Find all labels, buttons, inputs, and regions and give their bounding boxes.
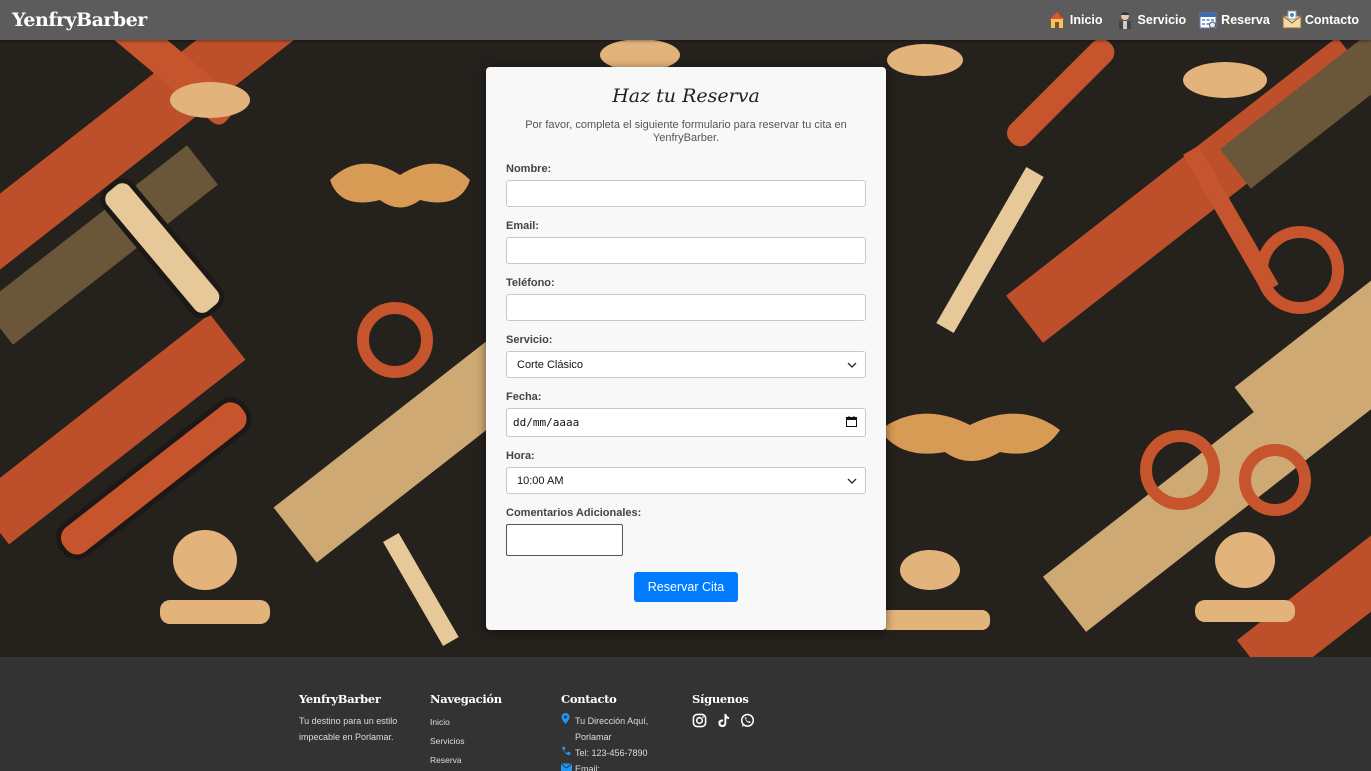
top-navbar: YenfryBarber Inicio Servicio Reserva Con… <box>0 0 1371 40</box>
telefono-input[interactable] <box>506 294 866 321</box>
nav-reserva[interactable]: Reserva <box>1198 10 1270 30</box>
contact-email-row: Email: <box>561 761 671 771</box>
comentarios-field-group: Comentarios Adicionales: <box>506 507 866 556</box>
brand-logo[interactable]: YenfryBarber <box>12 9 147 31</box>
submit-wrap: Reservar Cita <box>506 572 866 602</box>
footer-contact: Contacto Tu Dirección Aquí, Porlamar Tel… <box>561 692 671 771</box>
contact-address: Tu Dirección Aquí, Porlamar <box>575 716 649 742</box>
nav-inicio[interactable]: Inicio <box>1047 10 1103 30</box>
nav-contacto-label: Contacto <box>1304 13 1359 27</box>
footer-contact-title: Contacto <box>561 692 617 706</box>
fecha-label: Fecha: <box>506 391 542 403</box>
reservar-cita-button[interactable]: Reservar Cita <box>633 572 739 602</box>
map-pin-icon <box>561 713 571 745</box>
calendar-picker-icon[interactable] <box>846 415 857 430</box>
nombre-field-group: Nombre: <box>506 163 866 207</box>
servicio-selected-value: Corte Clásico <box>517 358 584 371</box>
form-description: Por favor, completa el siguiente formula… <box>525 119 847 144</box>
servicio-select[interactable]: Corte Clásico <box>506 351 866 378</box>
telefono-field-group: Teléfono: <box>506 277 866 321</box>
footer-navigation: Navegación Inicio Servicios Reserva <box>430 692 540 770</box>
hora-label: Hora: <box>506 450 535 462</box>
fecha-placeholder: dd/mm/aaaa <box>513 416 580 429</box>
site-footer: YenfryBarber Tu destino para un estilo i… <box>0 657 1371 771</box>
whatsapp-icon[interactable] <box>740 713 756 729</box>
chevron-down-icon <box>847 359 857 371</box>
contact-email: Email: <box>575 764 601 771</box>
footer-link-inicio[interactable]: Inicio <box>430 713 540 732</box>
servicio-label: Servicio: <box>506 334 553 346</box>
footer-link-servicios[interactable]: Servicios <box>430 732 540 751</box>
contact-phone: Tel: 123-456-7890 <box>575 748 648 758</box>
comentarios-label: Comentarios Adicionales: <box>506 507 642 519</box>
instagram-icon[interactable] <box>692 713 708 729</box>
form-title: Haz tu Reserva <box>612 85 760 107</box>
footer-social-title: Síguenos <box>692 692 749 706</box>
fecha-field-group: Fecha: dd/mm/aaaa <box>506 391 866 437</box>
footer-social: Síguenos <box>692 692 782 729</box>
reservation-form-card: Haz tu Reserva Por favor, completa el si… <box>486 67 886 630</box>
phone-icon <box>561 745 571 761</box>
mail-icon <box>561 761 572 771</box>
nav-servicio-label: Servicio <box>1137 13 1187 27</box>
envelope-icon <box>1282 10 1302 30</box>
house-icon <box>1047 10 1067 30</box>
nav-reserva-label: Reserva <box>1221 13 1270 27</box>
footer-link-reserva[interactable]: Reserva <box>430 751 540 770</box>
nav-inicio-label: Inicio <box>1069 13 1103 27</box>
tiktok-icon[interactable] <box>716 713 732 729</box>
chevron-down-icon <box>847 475 857 487</box>
contact-phone-row: Tel: 123-456-7890 <box>561 745 671 761</box>
email-label: Email: <box>506 220 540 232</box>
nav-contacto[interactable]: Contacto <box>1282 10 1359 30</box>
social-links <box>692 713 782 729</box>
footer-about-text: Tu destino para un estilo impecable en P… <box>299 716 398 742</box>
footer-navigation-title: Navegación <box>430 692 502 706</box>
hora-select[interactable]: 10:00 AM <box>506 467 866 494</box>
barber-icon <box>1115 10 1135 30</box>
telefono-label: Teléfono: <box>506 277 555 289</box>
email-field-group: Email: <box>506 220 866 264</box>
servicio-field-group: Servicio: Corte Clásico <box>506 334 866 378</box>
footer-about: YenfryBarber Tu destino para un estilo i… <box>299 692 419 745</box>
nombre-input[interactable] <box>506 180 866 207</box>
hora-field-group: Hora: 10:00 AM <box>506 450 866 494</box>
hora-selected-value: 10:00 AM <box>517 474 564 487</box>
email-input[interactable] <box>506 237 866 264</box>
calendar-icon <box>1198 10 1218 30</box>
fecha-date-input[interactable]: dd/mm/aaaa <box>506 408 866 437</box>
nombre-label: Nombre: <box>506 163 552 175</box>
footer-about-title: YenfryBarber <box>299 692 381 706</box>
nav-servicio[interactable]: Servicio <box>1115 10 1187 30</box>
comentarios-textarea[interactable] <box>506 524 623 556</box>
contact-address-row: Tu Dirección Aquí, Porlamar <box>561 713 671 745</box>
main-nav: Inicio Servicio Reserva Contacto <box>1047 10 1359 30</box>
